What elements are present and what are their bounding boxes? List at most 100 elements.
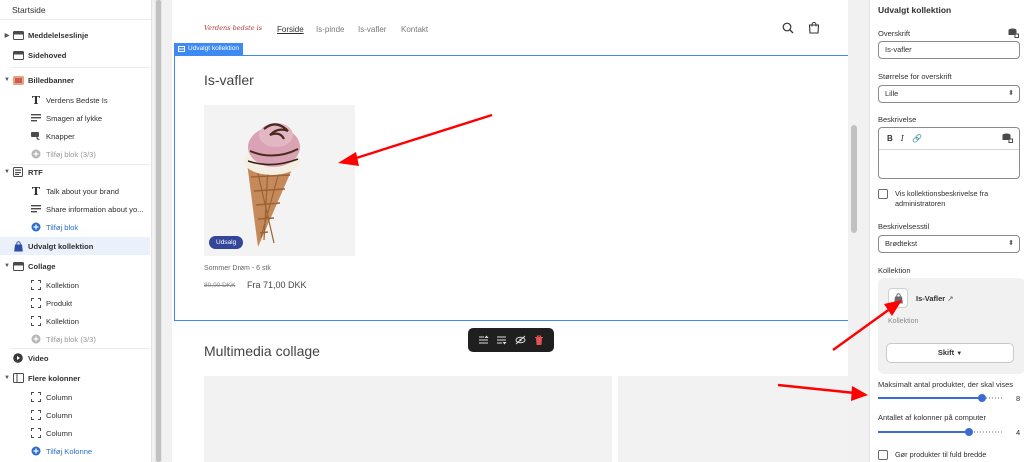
columns-label: Antallet af kolonner på computer	[878, 413, 986, 422]
collection-name-link[interactable]: Is-Vafler ↗	[916, 294, 954, 303]
sidebar-item-label: Tilføj blok (3/3)	[46, 334, 96, 344]
sidebar-item-collage[interactable]: ▼ Collage	[0, 257, 150, 275]
scrollbar-thumb[interactable]	[156, 0, 161, 462]
sidebar-item-announcement-bar[interactable]: ▶ Meddelelseslinje	[0, 26, 150, 44]
max-products-slider[interactable]	[878, 394, 1003, 402]
description-label: Beskrivelse	[878, 115, 917, 124]
collection-bag-icon	[12, 240, 24, 251]
sidebar-block-product[interactable]: Produkt	[0, 294, 150, 312]
collection-thumbnail	[888, 288, 908, 308]
panel-title: Udvalgt kollektion	[878, 5, 952, 15]
section-settings-panel: Udvalgt kollektion Overskrift Is-vafler …	[869, 0, 1024, 462]
collection-name: Is-Vafler	[916, 294, 946, 303]
heading-size-select[interactable]: Lille ⬍	[878, 85, 1020, 103]
sidebar-title: Startside	[0, 0, 151, 20]
chevron-down-icon: ▼	[956, 351, 963, 357]
delete-trash-icon[interactable]	[533, 334, 545, 346]
slider-knob[interactable]	[965, 428, 974, 436]
scrollbar-thumb[interactable]	[851, 125, 857, 233]
sidebar-scrollbar[interactable]	[155, 0, 162, 462]
sidebar-item-featured-collection[interactable]: Udvalgt kollektion	[0, 237, 150, 255]
search-icon[interactable]	[782, 22, 794, 34]
collage-placeholder-large[interactable]	[204, 376, 612, 462]
heading-input[interactable]: Is-vafler	[878, 41, 1020, 59]
sidebar-item-label: Column	[46, 410, 73, 420]
preview-scrollbar[interactable]	[850, 0, 858, 462]
sidebar-add-block-button[interactable]: Tilføj blok	[0, 218, 150, 236]
ice-cream-cone-image	[244, 123, 300, 247]
sidebar-item-label: Kollektion	[46, 316, 79, 326]
image-banner-icon	[12, 75, 24, 85]
sidebar-block-collection[interactable]: Kollektion	[0, 312, 150, 330]
sidebar-item-image-banner[interactable]: ▼ Billedbanner	[0, 71, 150, 89]
description-style-select[interactable]: Brødtekst ⬍	[878, 235, 1020, 253]
sidebar-block-column[interactable]: Column	[0, 406, 150, 424]
theme-preview: Verdens bedste is Forside Is-pinde Is-va…	[172, 0, 848, 462]
sidebar-item-label: Sidehoved	[28, 50, 67, 60]
sidebar-item-header[interactable]: Sidehoved	[0, 46, 150, 64]
sidebar-item-label: Tilføj blok (3/3)	[46, 149, 96, 159]
sidebar-block-text[interactable]: Smagen af lykke	[0, 109, 150, 127]
sidebar-block-heading[interactable]: T Verdens Bedste Is	[0, 91, 150, 109]
slider-knob[interactable]	[978, 394, 987, 402]
caret-down-icon[interactable]: ▼	[2, 169, 12, 175]
sidebar-item-label: Share information about yo...	[46, 204, 144, 214]
product-card[interactable]: Udsalg	[204, 105, 355, 256]
sidebar-add-column-button[interactable]: Tilføj Kolonne	[0, 442, 150, 460]
external-link-icon[interactable]: ↗	[947, 294, 953, 303]
sidebar-block-column[interactable]: Column	[0, 424, 150, 442]
sidebar-block-text[interactable]: Share information about yo...	[0, 200, 150, 218]
heading-size-value: Lille	[885, 89, 899, 98]
description-style-value: Brødtekst	[885, 239, 918, 248]
selected-section-tag[interactable]: Udvalgt kollektion	[174, 43, 243, 55]
caret-right-icon[interactable]: ▶	[2, 32, 12, 39]
frame-corners-icon	[30, 428, 42, 438]
full-width-checkbox[interactable]	[878, 450, 888, 460]
announcement-bar-icon	[12, 30, 24, 40]
show-description-checkbox[interactable]	[878, 189, 888, 199]
caret-down-icon[interactable]: ▼	[2, 77, 12, 83]
paragraph-icon	[30, 113, 42, 123]
frame-corners-icon	[30, 280, 42, 290]
columns-value: 4	[1016, 428, 1021, 437]
store-logo[interactable]: Verdens bedste is	[204, 24, 262, 32]
cart-icon[interactable]	[808, 22, 820, 34]
selected-section-tag-label: Udvalgt kollektion	[188, 45, 239, 52]
move-up-icon[interactable]	[477, 334, 489, 346]
dynamic-source-icon[interactable]	[1008, 28, 1019, 40]
caret-down-icon[interactable]: ▼	[2, 375, 12, 381]
sidebar-block-buttons[interactable]: Knapper	[0, 127, 150, 145]
nav-link-ice-wafers[interactable]: Is-vafler	[358, 25, 386, 34]
dynamic-source-icon[interactable]	[1002, 133, 1013, 145]
nav-link-contact[interactable]: Kontakt	[401, 25, 428, 34]
bold-icon[interactable]: B	[887, 134, 893, 143]
product-title[interactable]: Sommer Drøm - 6 stk	[204, 265, 271, 272]
sale-badge: Udsalg	[209, 236, 244, 249]
sidebar-item-rich-text[interactable]: ▼ RTF	[0, 163, 150, 181]
description-editor[interactable]: B I 🔗	[878, 127, 1020, 179]
columns-icon	[12, 373, 24, 383]
columns-slider[interactable]	[878, 428, 1003, 436]
rich-text-icon	[12, 167, 24, 177]
italic-icon[interactable]: I	[901, 134, 904, 143]
nav-link-ice-sticks[interactable]: Is-pinde	[316, 25, 344, 34]
collage-placeholder-small[interactable]	[618, 376, 848, 462]
sidebar-block-column[interactable]: Column	[0, 388, 150, 406]
sidebar-block-collection[interactable]: Kollektion	[0, 276, 150, 294]
plus-circle-icon	[30, 149, 42, 159]
heading-size-label: Størrelse for overskrift	[878, 72, 952, 81]
caret-down-icon[interactable]: ▼	[2, 263, 12, 269]
heading-label: Overskrift	[878, 29, 911, 38]
change-collection-button[interactable]: Skift ▼	[886, 343, 1014, 363]
collection-bag-icon	[893, 292, 903, 303]
sidebar-item-label: Tilføj Kolonne	[46, 446, 93, 456]
move-down-icon[interactable]	[496, 334, 508, 346]
slider-fill	[878, 397, 983, 399]
hide-eye-icon[interactable]	[514, 334, 526, 346]
nav-link-home[interactable]: Forside	[277, 25, 304, 34]
sidebar-block-heading[interactable]: T Talk about your brand	[0, 182, 150, 200]
link-icon[interactable]: 🔗	[912, 134, 922, 143]
sidebar-item-multicolumn[interactable]: ▼ Flere kolonner	[0, 369, 150, 387]
sidebar-item-video[interactable]: Video	[0, 349, 150, 367]
sidebar-item-label: Tilføj blok	[46, 222, 79, 232]
